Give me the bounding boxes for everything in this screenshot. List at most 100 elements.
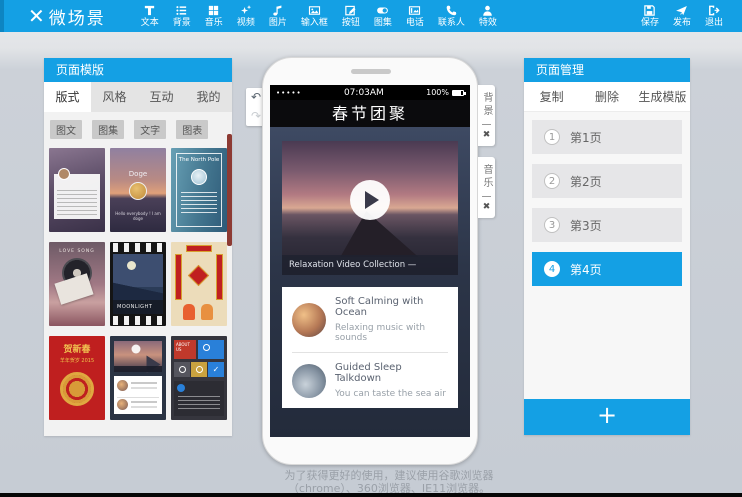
toolbar-item-image[interactable]: 图片 [262, 0, 294, 32]
page-actions: 复制 删除 生成模版 [524, 82, 690, 112]
battery-icon [452, 90, 464, 96]
chat-tile-icon [196, 366, 203, 373]
music-note-icon [271, 4, 284, 17]
toolbar-item-phone[interactable]: 电话 [399, 0, 431, 32]
template-about-us[interactable]: ABOUT US ✓ [171, 336, 227, 420]
phone-screen: ••••• 07:03AM 100% 春节团聚 Relaxation Video… [270, 85, 470, 437]
publish-button[interactable]: 发布 [666, 0, 698, 32]
video-caption: Relaxation Video Collection — [282, 255, 458, 275]
delete-page-button[interactable]: 删除 [579, 82, 634, 111]
framed-picture-icon [408, 4, 421, 17]
toolbar-item-gallery[interactable]: 图集 [367, 0, 399, 32]
exit-button[interactable]: 退出 [698, 0, 730, 32]
signal-dots: ••••• [276, 89, 302, 97]
toolbar-item-button[interactable]: 按钮 [335, 0, 367, 32]
page-manager-title: 页面管理 [524, 58, 690, 82]
toolbar-items: 文本 背景 音乐 视频 图片 输入框 [134, 0, 504, 32]
exit-icon [707, 4, 720, 17]
phone-mockup: ••••• 07:03AM 100% 春节团聚 Relaxation Video… [262, 57, 478, 465]
minimize-dash [482, 124, 491, 125]
playlist-thumb-ocean [292, 303, 326, 337]
filter-text[interactable]: 文字 [134, 120, 166, 139]
avatar [58, 168, 70, 180]
template-panel-title: 页面模版 [44, 58, 232, 82]
page-item-3[interactable]: 3 第3页 [532, 208, 682, 242]
picture-icon [308, 4, 321, 17]
template-doge[interactable]: Doge Hello everybody ! I am doge [110, 148, 166, 232]
template-he-xin-chun[interactable]: 贺新春 羊年贺岁 2015 [49, 336, 105, 420]
tab-layout[interactable]: 版式 [44, 82, 91, 112]
toolbar-item-input[interactable]: 输入框 [294, 0, 335, 32]
toolbar-item-background[interactable]: 背景 [166, 0, 198, 32]
toolbar-right-items: 保存 发布 退出 [634, 0, 730, 32]
toolbar-item-effects[interactable]: 特效 [472, 0, 504, 32]
battery-percent: 100% [426, 88, 449, 97]
grid-icon [207, 4, 220, 17]
template-video-collection[interactable] [110, 336, 166, 420]
template-moonlight[interactable]: MOONLIGHT [110, 242, 166, 326]
status-bar: ••••• 07:03AM 100% [270, 85, 470, 100]
filter-gallery[interactable]: 图集 [92, 120, 124, 139]
toolbar-item-contacts[interactable]: 联系人 [431, 0, 472, 32]
logo-x-icon: ✕ [28, 4, 43, 28]
avatar [191, 169, 207, 185]
page-content: Relaxation Video Collection — Soft Calmi… [270, 127, 470, 437]
logo-text: 微场景 [49, 4, 106, 29]
person-icon [481, 4, 494, 17]
toolbar-item-video[interactable]: 视频 [230, 0, 262, 32]
playlist-item[interactable]: Guided Sleep Talkdown You can taste the … [282, 353, 458, 408]
paper-plane-icon [675, 4, 688, 17]
tab-interactive[interactable]: 互动 [138, 82, 185, 112]
page-item-1[interactable]: 1 第1页 [532, 120, 682, 154]
add-page-button[interactable]: + [524, 399, 690, 435]
template-filters: 图文 图集 文字 图表 [44, 112, 232, 143]
close-icon[interactable]: ✖ [483, 202, 491, 212]
tab-mine[interactable]: 我的 [185, 82, 232, 112]
page-item-4-selected[interactable]: 4 第4页 [532, 252, 682, 286]
toggle-icon [376, 4, 389, 17]
tab-style[interactable]: 风格 [91, 82, 138, 112]
phone-handset-icon [445, 4, 458, 17]
play-button[interactable] [350, 180, 390, 220]
template-scrollbar[interactable] [227, 134, 232, 246]
moon [127, 261, 136, 270]
status-time: 07:03AM [302, 88, 426, 98]
save-icon [643, 4, 656, 17]
layer-tab-music[interactable]: 音乐 ✖ [478, 157, 495, 218]
list-icon [175, 4, 188, 17]
edit-icon [344, 4, 357, 17]
minimize-dash [482, 196, 491, 197]
page-list: 1 第1页 2 第2页 3 第3页 4 第4页 [524, 112, 690, 304]
make-template-button[interactable]: 生成模版 [635, 82, 690, 111]
close-icon[interactable]: ✖ [483, 130, 491, 140]
filter-chart[interactable]: 图表 [176, 120, 208, 139]
text-icon [143, 4, 156, 17]
page-number-badge: 3 [544, 217, 560, 233]
template-photo-quote-card[interactable] [49, 148, 105, 232]
page-item-2[interactable]: 2 第2页 [532, 164, 682, 198]
bottom-bar [0, 493, 742, 497]
phone-speaker [351, 69, 391, 74]
video-element[interactable]: Relaxation Video Collection — [282, 141, 458, 275]
filter-image-text[interactable]: 图文 [50, 120, 82, 139]
check-tile-icon: ✓ [208, 362, 224, 377]
app-logo: ✕ 微场景 [28, 4, 106, 29]
copy-page-button[interactable]: 复制 [524, 82, 579, 111]
page-number-badge: 2 [544, 173, 560, 189]
template-panel: 页面模版 版式 风格 互动 我的 图文 图集 文字 图表 Doge Hello … [44, 58, 232, 436]
avatar [129, 182, 147, 200]
playlist-thumb-rocks [292, 364, 326, 398]
template-tabs: 版式 风格 互动 我的 [44, 82, 232, 112]
toolbar-item-text[interactable]: 文本 [134, 0, 166, 32]
template-love-song[interactable]: LOVE SONG [49, 242, 105, 326]
app-window: ✕ 微场景 文本 背景 音乐 视频 图片 [0, 0, 742, 497]
playlist-item[interactable]: Soft Calming with Ocean Relaxing music w… [282, 287, 458, 352]
template-new-year-couplets[interactable] [171, 242, 227, 326]
save-button[interactable]: 保存 [634, 0, 666, 32]
layer-tab-background[interactable]: 背景 ✖ [478, 85, 495, 146]
page-manager-panel: 页面管理 复制 删除 生成模版 1 第1页 2 第2页 3 第3页 4 第4页 [524, 58, 690, 435]
template-north-pole[interactable]: The North Pole [171, 148, 227, 232]
page-title[interactable]: 春节团聚 [270, 100, 470, 127]
toolbar-item-music[interactable]: 音乐 [198, 0, 230, 32]
page-number-badge: 4 [544, 261, 560, 277]
